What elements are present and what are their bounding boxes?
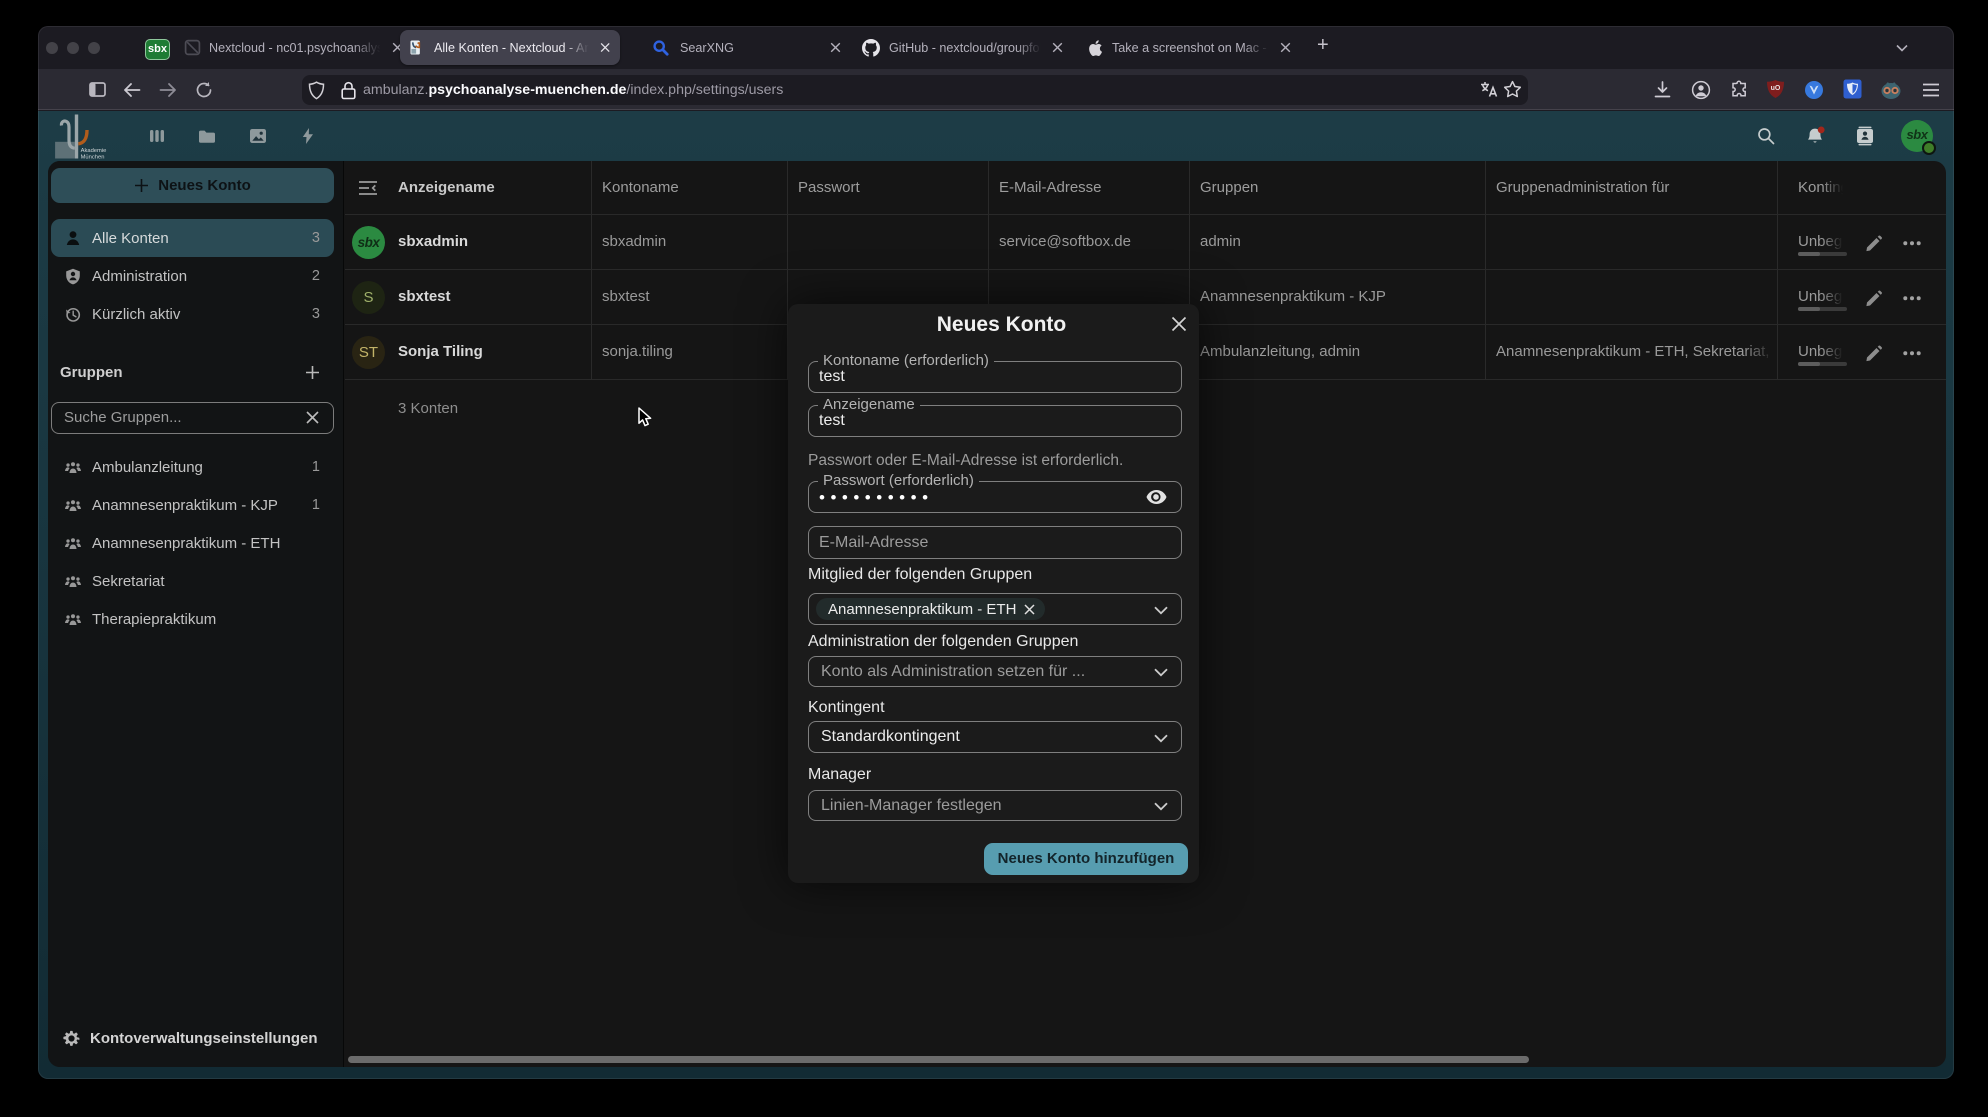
svg-text:München: München — [81, 155, 105, 161]
svg-text:uO: uO — [1771, 85, 1781, 92]
svg-text:Akademie: Akademie — [81, 148, 107, 154]
